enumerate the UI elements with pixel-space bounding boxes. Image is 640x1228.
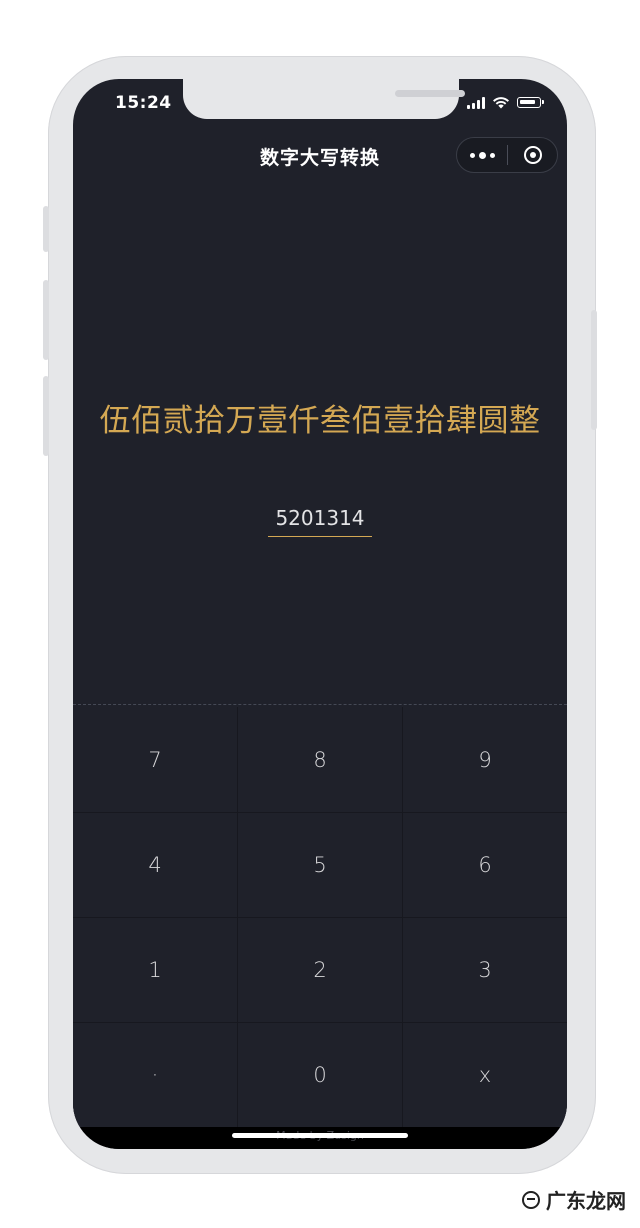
keypad: 7 8 9 4 5 6 1 2 3 · 0 x — [73, 707, 567, 1127]
key-8[interactable]: 8 — [237, 707, 403, 812]
speaker — [395, 90, 465, 97]
home-indicator[interactable] — [232, 1133, 408, 1138]
signal-icon — [467, 96, 485, 109]
key-2[interactable]: 2 — [237, 917, 403, 1022]
key-0[interactable]: 0 — [237, 1022, 403, 1127]
watermark-logo-icon — [522, 1190, 540, 1209]
wifi-icon — [493, 97, 509, 109]
more-icon — [469, 152, 475, 158]
notch — [183, 79, 465, 119]
phone-screen: 15:24 数字大写转换 伍佰贰拾万壹仟叁佰壹拾肆圆整 5201314 7 8 … — [73, 79, 567, 1149]
key-9[interactable]: 9 — [403, 707, 567, 812]
keypad-divider — [73, 704, 567, 705]
status-time: 15:24 — [115, 93, 172, 113]
watermark: 广东龙网 — [522, 1185, 626, 1214]
power-button — [591, 310, 597, 430]
key-decimal-point[interactable]: · — [73, 1022, 237, 1127]
volume-up-button — [43, 280, 49, 360]
conversion-result: 伍佰贰拾万壹仟叁佰壹拾肆圆整 — [99, 403, 541, 439]
more-button[interactable] — [457, 138, 507, 172]
footer: Made by Zusign — [73, 1127, 567, 1149]
close-button[interactable] — [508, 146, 557, 164]
volume-down-button — [43, 376, 49, 456]
key-6[interactable]: 6 — [403, 812, 567, 917]
mini-program-capsule — [456, 137, 558, 173]
watermark-text: 广东龙网 — [546, 1189, 626, 1213]
battery-icon — [517, 97, 544, 108]
key-1[interactable]: 1 — [73, 917, 237, 1022]
close-ring-icon — [523, 146, 542, 164]
key-delete[interactable]: x — [403, 1022, 567, 1127]
key-5[interactable]: 5 — [237, 812, 403, 917]
key-3[interactable]: 3 — [403, 917, 567, 1022]
key-7[interactable]: 7 — [73, 707, 237, 812]
mute-switch — [43, 206, 49, 252]
key-4[interactable]: 4 — [73, 812, 237, 917]
number-input[interactable]: 5201314 — [268, 503, 372, 537]
status-icons — [467, 96, 544, 109]
